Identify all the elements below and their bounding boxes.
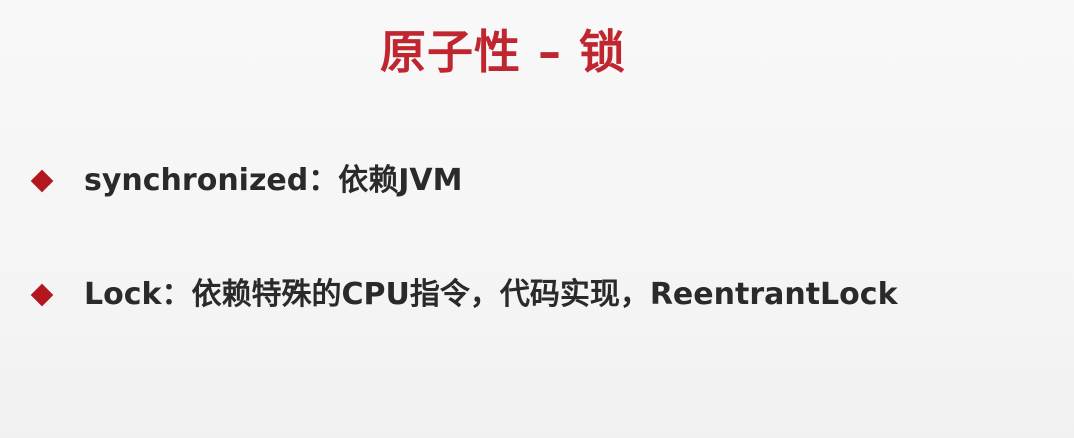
bullet-text: synchronized：依赖JVM	[84, 163, 463, 198]
diamond-bullet-icon	[30, 169, 54, 193]
slide-title: 原子性 – 锁	[379, 25, 627, 79]
diamond-bullet-icon	[30, 283, 54, 307]
bullet-text: Lock：依赖特殊的CPU指令，代码实现，ReentrantLock	[84, 277, 898, 312]
bullet-item: synchronized：依赖JVM	[30, 161, 462, 201]
slide: 原子性 – 锁 synchronized：依赖JVM Lock：依赖特殊的CPU…	[0, 0, 1074, 438]
bullet-item: Lock：依赖特殊的CPU指令，代码实现，ReentrantLock	[30, 275, 898, 315]
